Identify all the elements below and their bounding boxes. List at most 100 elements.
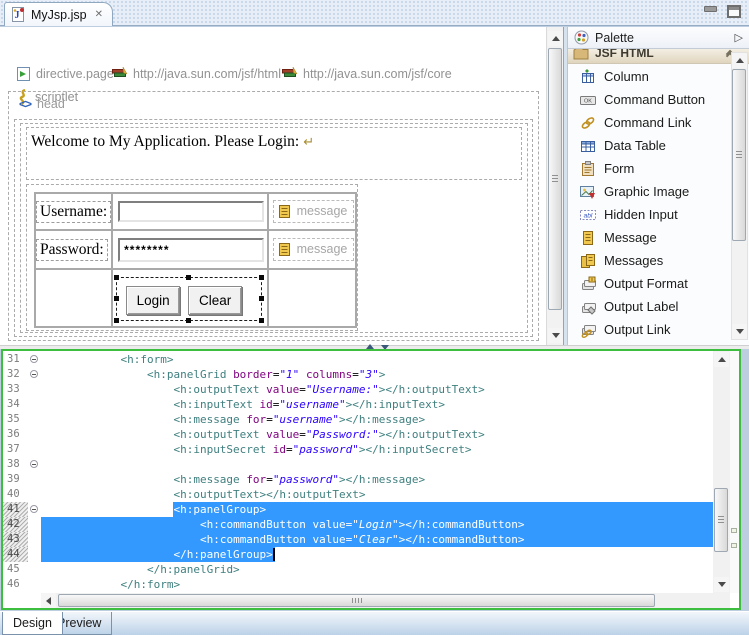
username-label[interactable]: Username: — [36, 201, 111, 223]
source-code-area[interactable]: 31 <h:form>32 <h:panelGrid border="1" co… — [3, 352, 713, 592]
source-horizontal-scrollbar[interactable] — [41, 593, 713, 608]
palette-item-form[interactable]: Form — [568, 157, 731, 180]
splitter-up-icon[interactable] — [366, 340, 374, 349]
palette-item-message[interactable]: Message — [568, 226, 731, 249]
jsp-editor-window: J MyJsp.jsp ✕ directive.page http://java… — [0, 0, 749, 635]
welcome-text[interactable]: Welcome to My Application. Please Login:… — [31, 133, 314, 151]
design-vertical-scrollbar[interactable] — [546, 27, 563, 345]
overview-ruler[interactable] — [730, 351, 739, 593]
selection-handle[interactable] — [186, 275, 191, 280]
source-line-44[interactable]: 44 </h:panelGroup> — [3, 547, 713, 562]
output-text-box[interactable]: Welcome to My Application. Please Login:… — [26, 127, 522, 180]
fold-column[interactable] — [28, 367, 41, 382]
password-label[interactable]: Password: — [36, 239, 108, 261]
line-number: 40 — [3, 487, 28, 502]
head-element[interactable]: <> head — [19, 97, 65, 111]
selection-handle[interactable] — [114, 318, 119, 323]
source-line-41[interactable]: 41 <h:panelGroup> — [3, 502, 713, 517]
editor-tab-myjsp[interactable]: J MyJsp.jsp ✕ — [4, 2, 113, 26]
palette-flyout-icon[interactable]: ▷ — [735, 31, 743, 44]
source-line-38[interactable]: 38 — [3, 457, 713, 472]
line-number: 31 — [3, 352, 28, 367]
password-input[interactable] — [118, 238, 264, 262]
source-line-35[interactable]: 35 <h:message for="username"></h:message… — [3, 412, 713, 427]
source-line-36[interactable]: 36 <h:outputText value="Password:"></h:o… — [3, 427, 713, 442]
source-line-37[interactable]: 37 <h:inputSecret id="password"></h:inpu… — [3, 442, 713, 457]
source-line-33[interactable]: 33 <h:outputText value="Username:"></h:o… — [3, 382, 713, 397]
clear-button[interactable]: Clear — [188, 286, 242, 315]
username-message-element[interactable]: message — [273, 200, 355, 223]
tab-close-icon[interactable]: ✕ — [95, 9, 103, 20]
source-line-46[interactable]: 46 </h:form> — [3, 577, 713, 592]
source-line-45[interactable]: 45 </h:panelGrid> — [3, 562, 713, 577]
annotation-marker[interactable] — [731, 543, 737, 548]
minimize-view-icon[interactable] — [703, 5, 717, 17]
annotation-marker[interactable] — [731, 528, 737, 533]
line-number: 32 — [3, 367, 28, 382]
selection-handle[interactable] — [259, 296, 264, 301]
directive-page-element[interactable]: directive.page — [16, 66, 114, 82]
login-button[interactable]: Login — [126, 286, 180, 315]
palette-scrollbar[interactable] — [731, 52, 748, 340]
taglib-html-element[interactable]: http://java.sun.com/jsf/html — [112, 66, 281, 81]
scrollbar-thumb[interactable] — [714, 488, 728, 552]
scroll-down-arrow[interactable] — [732, 324, 747, 339]
selection-handle[interactable] — [259, 318, 264, 323]
palette-item-column[interactable]: Column — [568, 65, 731, 88]
scroll-up-arrow[interactable] — [548, 31, 563, 46]
palette-item-output-link[interactable]: Output Link — [568, 318, 731, 341]
taglib-core-element[interactable]: http://java.sun.com/jsf/core — [282, 66, 452, 81]
palette-item-hidden-input[interactable]: ablHidden Input — [568, 203, 731, 226]
fold-column[interactable] — [28, 352, 41, 367]
selection-handle[interactable] — [259, 275, 264, 280]
palette-header[interactable]: Palette ▷ — [568, 27, 749, 49]
scroll-left-arrow[interactable] — [41, 593, 56, 608]
maximize-view-icon[interactable] — [727, 5, 741, 18]
palette-item-list: ColumnOKCommand ButtonCommand LinkData T… — [568, 65, 731, 345]
source-line-32[interactable]: 32 <h:panelGrid border="1" columns="3"> — [3, 367, 713, 382]
html-element-box: <> head Welcome to My Application. Pleas… — [8, 91, 539, 341]
palette-drawer-jsf-html[interactable]: JSF HTML — [568, 49, 749, 64]
scrollbar-thumb[interactable] — [58, 594, 655, 607]
source-editor[interactable]: 31 <h:form>32 <h:panelGrid border="1" co… — [1, 349, 741, 610]
source-line-42[interactable]: 42 <h:commandButton value="Login"></h:co… — [3, 517, 713, 532]
source-vertical-scrollbar[interactable] — [713, 351, 730, 593]
line-number: 35 — [3, 412, 28, 427]
taglib-icon — [112, 66, 128, 81]
palette-item-command-button[interactable]: OKCommand Button — [568, 88, 731, 111]
fold-column[interactable] — [28, 457, 41, 472]
selection-handle[interactable] — [186, 318, 191, 323]
password-message-element[interactable]: message — [273, 238, 355, 261]
tab-design[interactable]: Design — [2, 612, 63, 635]
palette-item-command-link[interactable]: Command Link — [568, 111, 731, 134]
source-line-31[interactable]: 31 <h:form> — [3, 352, 713, 367]
fold-collapse-icon — [30, 460, 38, 468]
source-line-40[interactable]: 40 <h:outputText></h:outputText> — [3, 487, 713, 502]
fold-column[interactable] — [28, 502, 41, 517]
source-line-34[interactable]: 34 <h:inputText id="username"></h:inputT… — [3, 397, 713, 412]
palette-item-output-label[interactable]: Output Label — [568, 295, 731, 318]
palette-item-messages[interactable]: Messages — [568, 249, 731, 272]
username-input[interactable] — [118, 201, 264, 222]
scrollbar-thumb[interactable] — [732, 69, 746, 241]
scroll-up-arrow[interactable] — [732, 53, 747, 68]
fold-column — [28, 382, 41, 397]
editor-mode-tab-bar: Design Preview — [0, 611, 749, 635]
scroll-down-arrow[interactable] — [714, 577, 729, 592]
scrollbar-thumb[interactable] — [548, 48, 562, 310]
directive-page-label: directive.page — [36, 67, 114, 81]
selection-handle[interactable] — [114, 275, 119, 280]
panel-group-selection[interactable]: Login Clear — [116, 277, 262, 321]
palette-item-label: Output Link — [604, 322, 671, 337]
source-line-43[interactable]: 43 <h:commandButton value="Clear"></h:co… — [3, 532, 713, 547]
command-link-icon — [580, 115, 596, 131]
scroll-up-arrow[interactable] — [714, 352, 729, 367]
palette-item-data-table[interactable]: Data Table — [568, 134, 731, 157]
palette-item-output-format[interactable]: Output Format — [568, 272, 731, 295]
line-number: 41 — [3, 502, 28, 517]
source-line-39[interactable]: 39 <h:message for="password"></h:message… — [3, 472, 713, 487]
scroll-down-arrow[interactable] — [548, 328, 563, 343]
line-number: 37 — [3, 442, 28, 457]
selection-handle[interactable] — [114, 296, 119, 301]
palette-item-graphic-image[interactable]: Graphic Image — [568, 180, 731, 203]
